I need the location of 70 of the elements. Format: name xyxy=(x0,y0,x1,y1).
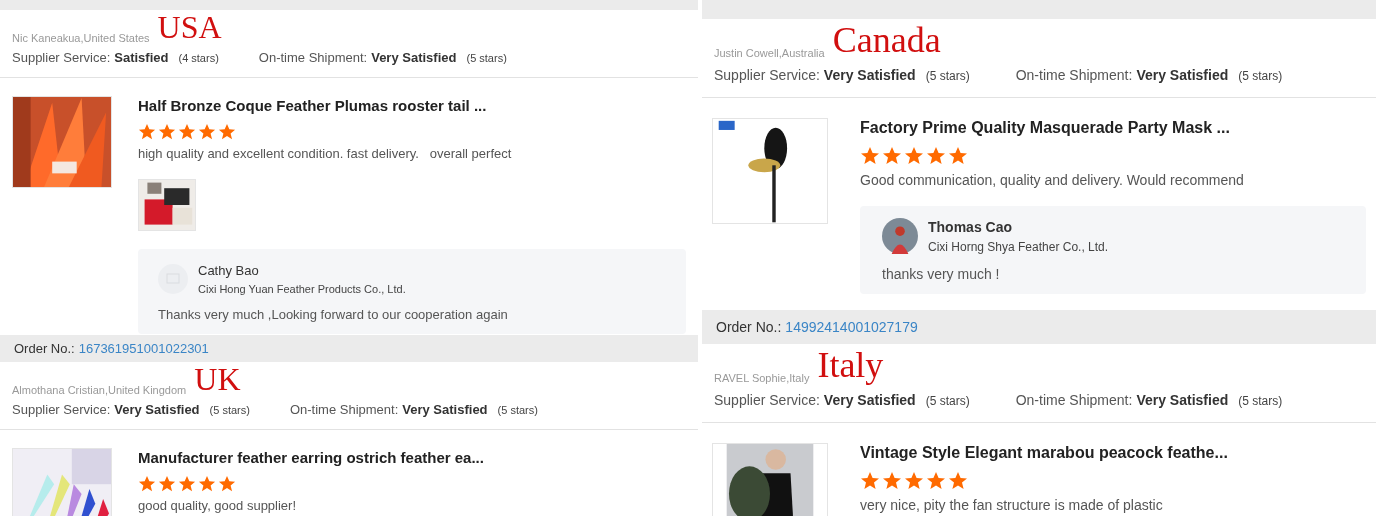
rating-stars: (5 stars) xyxy=(497,404,538,416)
rating-value: Very Satisfied xyxy=(823,67,916,83)
rating-stars: (5 stars) xyxy=(925,394,970,408)
rating-label: Supplier Service: xyxy=(714,67,820,83)
rating-label: Supplier Service: xyxy=(12,50,111,65)
reply-message: thanks very much ! xyxy=(882,266,1001,282)
reviewer-name: Almothana Cristian,United Kingdom xyxy=(12,384,187,398)
country-label: UK xyxy=(194,361,241,398)
star-icon xyxy=(882,471,902,491)
star-icon xyxy=(860,471,880,491)
star-icon xyxy=(926,146,946,166)
country-label: Italy xyxy=(817,344,884,386)
product-title-link[interactable]: Vintage Style Elegant marabou peacock feathe... xyxy=(860,444,1366,462)
replier-name: Thomas Cao xyxy=(928,218,1013,235)
star-icon xyxy=(198,475,216,493)
country-label: Canada xyxy=(832,19,941,61)
rating-value: Very Satisfied xyxy=(1136,392,1229,408)
rating-stars: (4 stars) xyxy=(178,52,219,64)
rating-label: On-time Shipment: xyxy=(1015,392,1133,408)
product-title-link[interactable]: Factory Prime Quality Masquerade Party Mask ... xyxy=(860,119,1366,137)
rating-value: Very Satisfied xyxy=(1136,67,1229,83)
rating-stars: (5 stars) xyxy=(925,69,970,83)
star-icon xyxy=(882,146,902,166)
avatar-icon xyxy=(158,264,188,294)
rating-value: Very Satisfied xyxy=(371,50,457,65)
rating-value: Very Satisfied xyxy=(402,402,488,417)
star-icon xyxy=(904,146,924,166)
review-comment: high quality and excellent condition. fast delivery. overall perfect xyxy=(138,146,513,161)
order-label: Order No.: xyxy=(14,341,75,356)
star-icon xyxy=(926,471,946,491)
country-label: USA xyxy=(157,9,222,46)
avatar-icon xyxy=(882,218,918,254)
product-title-link[interactable]: Manufacturer feather earring ostrich feather ea... xyxy=(138,449,686,466)
rating-stars: (5 stars) xyxy=(209,404,250,416)
replier-name: Cathy Bao xyxy=(198,263,260,278)
rating-value: Satisfied xyxy=(114,50,169,65)
star-icon xyxy=(860,146,880,166)
rating-stars: (5 stars) xyxy=(466,52,507,64)
company-name: Cixi Horng Shya Feather Co., Ltd. xyxy=(928,239,1109,254)
rating-label: Supplier Service: xyxy=(714,392,820,408)
reviewer-name: RAVEL Sophie,Italy xyxy=(714,372,810,386)
star-icon xyxy=(158,475,176,493)
reply-message: Thanks very much ,Looking forward to our cooperation again xyxy=(158,307,509,322)
star-icon xyxy=(218,123,236,141)
rating-value: Very Satisfied xyxy=(823,392,916,408)
company-name: Cixi Hong Yuan Feather Products Co., Ltd. xyxy=(198,283,406,295)
review-comment: good quality, good supplier! xyxy=(138,498,298,513)
star-icon xyxy=(198,123,216,141)
star-icon xyxy=(904,471,924,491)
review-comment: very nice, pity the fan structure is made of plastic xyxy=(860,497,1164,513)
rating-label: On-time Shipment: xyxy=(1015,67,1133,83)
rating-label: On-time Shipment: xyxy=(289,402,399,417)
product-title-link[interactable]: Half Bronze Coque Feather Plumas rooster tail ... xyxy=(138,97,686,114)
star-icon xyxy=(218,475,236,493)
review-comment: Good communication, quality and delivery. Would recommend xyxy=(860,172,1245,188)
star-icon xyxy=(178,475,196,493)
star-icon xyxy=(948,146,968,166)
star-icon xyxy=(138,475,156,493)
reviewer-name: Nic Kaneakua,United States xyxy=(12,32,150,46)
rating-label: Supplier Service: xyxy=(12,402,111,417)
reviewer-name: Justin Cowell,Australia xyxy=(714,47,825,61)
star-icon xyxy=(178,123,196,141)
rating-stars: (5 stars) xyxy=(1238,69,1283,83)
rating-value: Very Satisfied xyxy=(114,402,200,417)
star-icon xyxy=(138,123,156,141)
rating-stars: (5 stars) xyxy=(1238,394,1283,408)
star-icon xyxy=(948,471,968,491)
star-icon xyxy=(158,123,176,141)
order-label: Order No.: xyxy=(716,319,782,335)
rating-label: On-time Shipment: xyxy=(258,50,368,65)
